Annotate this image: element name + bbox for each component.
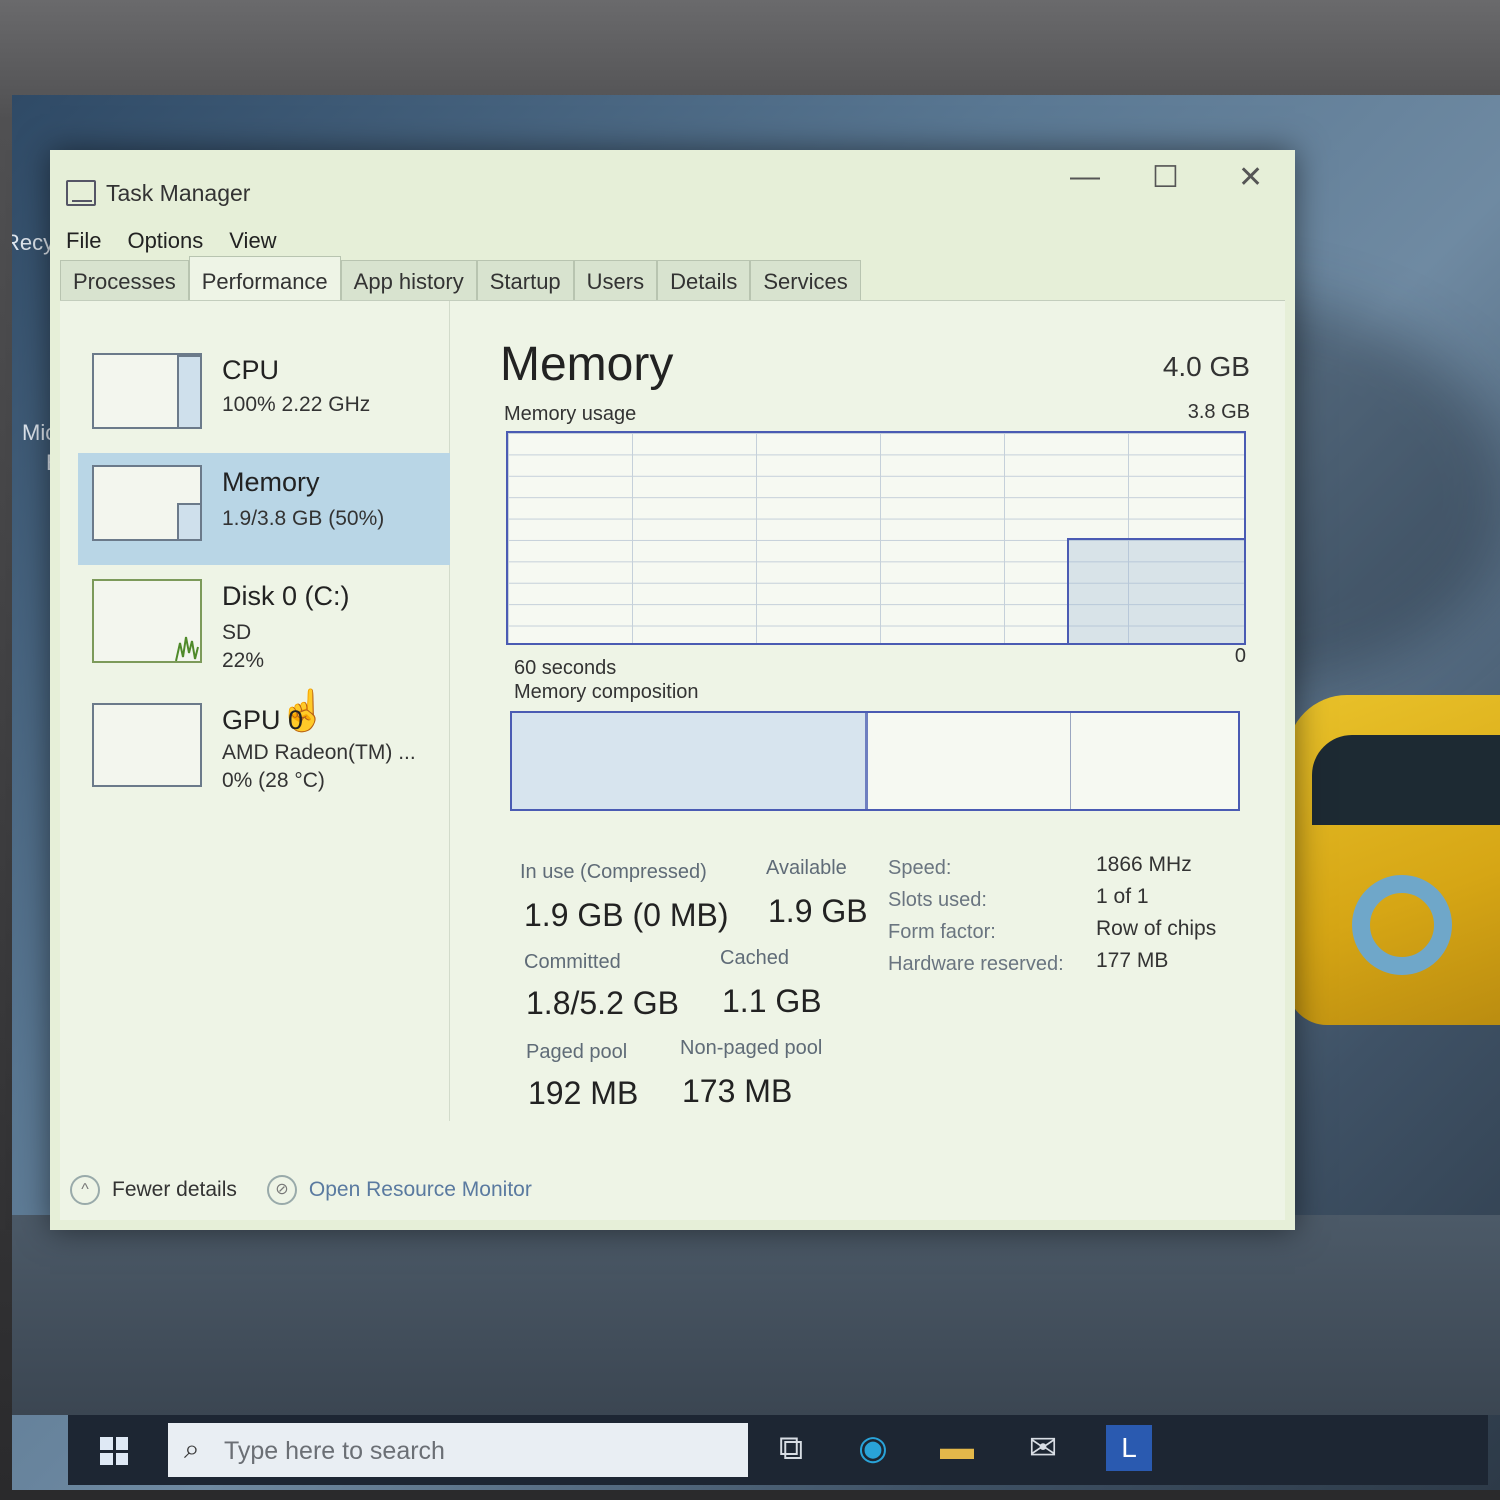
memory-composition-bar	[510, 711, 1240, 811]
memory-detail: Memory 4.0 GB Memory usage 3.8 GB 60 sec…	[500, 301, 1260, 1221]
file-explorer-icon[interactable]: ▬	[934, 1425, 980, 1471]
cpu-thumbnail-graph	[92, 353, 202, 429]
graph-zero-label: 0	[1234, 645, 1246, 667]
search-icon: ⌕	[184, 1433, 200, 1464]
composition-cached	[868, 713, 1071, 809]
speed-label: Speed:	[888, 857, 952, 879]
cpu-thumbnail-fill	[176, 355, 200, 427]
tab-strip: Processes Performance App history Startu…	[60, 256, 861, 302]
laptop-bezel: Recy Mic Ed Task Manager — ☐ ✕ File Opti…	[0, 0, 1500, 1500]
committed-label: Committed	[524, 951, 621, 973]
gpu-name: AMD Radeon(TM) ...	[222, 741, 416, 764]
disk-thumbnail-graph	[92, 579, 202, 663]
task-view-icon[interactable]: ⧉	[768, 1425, 814, 1471]
wallpaper-car-dot	[1352, 875, 1452, 975]
paged-pool-label: Paged pool	[526, 1041, 628, 1063]
in-use-label: In use (Compressed)	[520, 861, 707, 883]
chevron-up-icon: ^	[70, 1175, 100, 1205]
disk-usage: 22%	[222, 649, 265, 672]
edge-browser-icon[interactable]: ◉	[850, 1425, 896, 1471]
memory-composition-label: Memory composition	[514, 681, 699, 703]
task-manager-window[interactable]: Task Manager — ☐ ✕ File Options View Pro…	[50, 150, 1295, 1230]
open-resource-monitor-link[interactable]: ⊘ Open Resource Monitor	[266, 1175, 532, 1205]
gpu-title: GPU 0	[222, 705, 304, 735]
wallpaper-floor	[12, 1215, 1500, 1415]
disk-title: Disk 0 (C:)	[222, 581, 350, 611]
slots-label: Slots used:	[888, 889, 987, 911]
open-resource-monitor-label: Open Resource Monitor	[308, 1178, 532, 1201]
tab-performance[interactable]: Performance	[188, 256, 341, 302]
non-paged-pool-value: 173 MB	[682, 1073, 793, 1109]
cached-label: Cached	[720, 947, 789, 969]
cpu-title: CPU	[222, 355, 280, 385]
fewer-details-label: Fewer details	[112, 1178, 237, 1201]
sidebar-item-memory[interactable]: Memory 1.9/3.8 GB (50%)	[78, 453, 450, 565]
non-paged-pool-label: Non-paged pool	[680, 1037, 823, 1059]
recycle-bin-label[interactable]: Recy	[12, 230, 54, 256]
task-manager-icon	[66, 180, 96, 206]
time-span-label: 60 seconds	[514, 657, 617, 679]
close-button[interactable]: ✕	[1238, 160, 1263, 195]
tab-details[interactable]: Details	[657, 260, 751, 302]
memory-thumbnail-graph	[92, 465, 202, 541]
memory-usage-area	[1067, 538, 1244, 643]
sidebar-item-gpu[interactable]: GPU 0 AMD Radeon(TM) ... 0% (28 °C)	[78, 691, 450, 803]
memory-thumbnail-fill	[176, 503, 200, 539]
disk-type: SD	[222, 621, 252, 644]
paged-pool-value: 192 MB	[528, 1075, 639, 1111]
resource-monitor-icon: ⊘	[266, 1175, 297, 1205]
windows-start-icon[interactable]	[100, 1437, 128, 1465]
gpu-thumbnail-graph	[92, 703, 202, 787]
form-factor-label: Form factor:	[888, 921, 996, 943]
hardware-reserved-label: Hardware reserved:	[888, 953, 1064, 975]
memory-total: 4.0 GB	[1162, 351, 1250, 382]
resource-list: CPU 100% 2.22 GHz Memory 1.9/3.8 GB (50%…	[70, 301, 450, 1121]
gpu-usage: 0% (28 °C)	[222, 769, 325, 792]
available-label: Available	[766, 857, 847, 879]
mail-icon[interactable]: ✉	[1020, 1425, 1066, 1471]
memory-usage-max: 3.8 GB	[1187, 401, 1250, 423]
footer-bar: ^ Fewer details ⊘ Open Resource Monitor	[70, 1170, 532, 1210]
window-title: Task Manager	[106, 180, 251, 206]
cpu-usage: 100% 2.22 GHz	[222, 393, 371, 416]
cached-value: 1.1 GB	[722, 983, 822, 1019]
memory-usage: 1.9/3.8 GB (50%)	[222, 507, 385, 530]
in-use-value: 1.9 GB (0 MB)	[524, 897, 729, 933]
tab-users[interactable]: Users	[573, 260, 658, 302]
memory-usage-label: Memory usage	[504, 403, 637, 425]
search-placeholder: Type here to search	[224, 1437, 445, 1465]
sidebar-item-cpu[interactable]: CPU 100% 2.22 GHz	[78, 341, 450, 453]
speed-value: 1866 MHz	[1096, 853, 1192, 876]
tab-services[interactable]: Services	[750, 260, 861, 302]
disk-activity-spark	[175, 636, 199, 662]
hardware-reserved-value: 177 MB	[1096, 949, 1169, 972]
committed-value: 1.8/5.2 GB	[526, 985, 679, 1021]
menu-file[interactable]: File	[66, 228, 101, 260]
app-tile-icon[interactable]: L	[1106, 1425, 1152, 1471]
title-bar[interactable]: Task Manager — ☐ ✕	[50, 150, 1295, 228]
taskbar: ⌕ Type here to search ⧉ ◉ ▬ ✉ L	[68, 1415, 1488, 1485]
slots-value: 1 of 1	[1096, 885, 1149, 908]
minimize-button[interactable]: —	[1070, 160, 1100, 194]
composition-in-use	[512, 713, 868, 809]
form-factor-value: Row of chips	[1096, 917, 1217, 940]
tab-app-history[interactable]: App history	[340, 260, 477, 302]
tab-processes[interactable]: Processes	[60, 260, 189, 302]
fewer-details-button[interactable]: ^ Fewer details	[70, 1175, 237, 1205]
taskbar-search-box[interactable]: ⌕ Type here to search	[168, 1423, 748, 1477]
performance-pane: CPU 100% 2.22 GHz Memory 1.9/3.8 GB (50%…	[60, 300, 1285, 1220]
sidebar-item-disk[interactable]: Disk 0 (C:) SD 22%	[78, 567, 450, 679]
maximize-button[interactable]: ☐	[1152, 160, 1179, 195]
available-value: 1.9 GB	[768, 893, 868, 929]
memory-usage-graph	[506, 431, 1246, 645]
page-title: Memory	[500, 338, 674, 391]
wallpaper-car-window	[1312, 735, 1500, 825]
memory-title: Memory	[222, 467, 320, 497]
tab-startup[interactable]: Startup	[476, 260, 574, 302]
